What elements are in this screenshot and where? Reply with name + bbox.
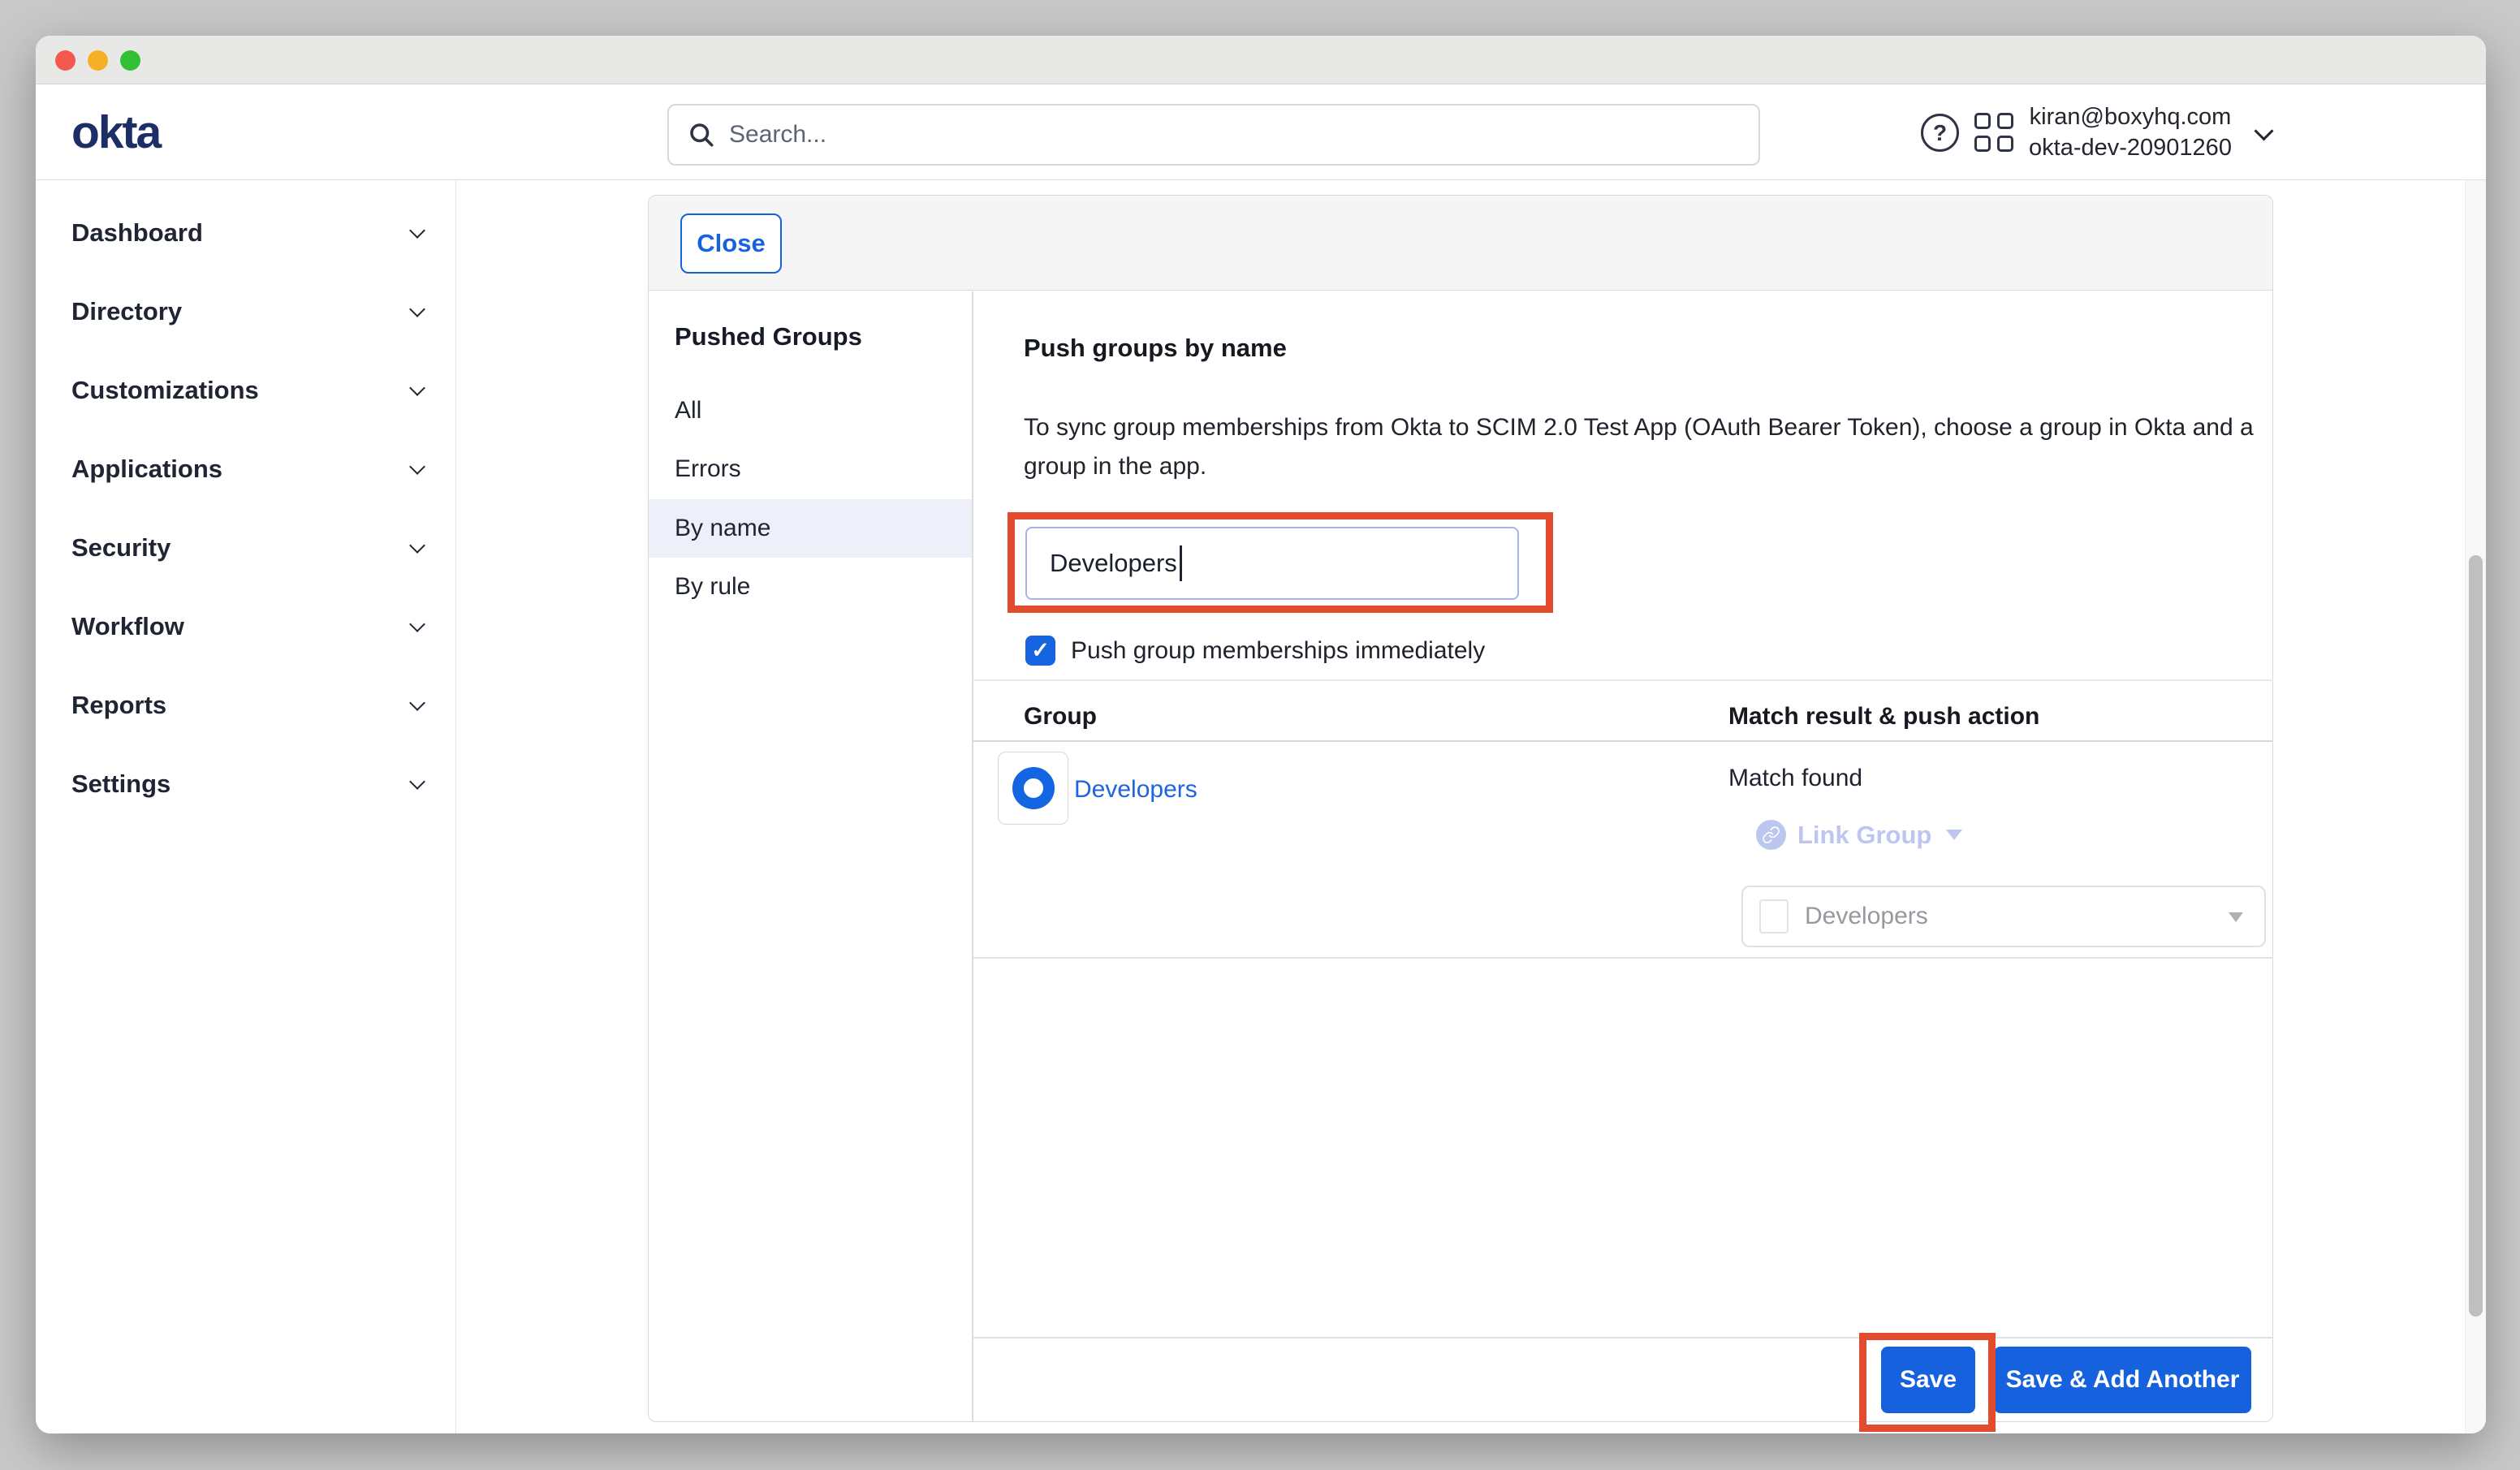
select-caret-icon [2229, 912, 2243, 922]
search-placeholder: Search... [729, 121, 826, 149]
okta-logo: okta [71, 84, 160, 180]
group-name-link[interactable]: Developers [1074, 774, 1197, 806]
app-header: okta Search... ? kiran@boxyhq.com okta-d… [36, 84, 2486, 180]
window-titlebar [36, 36, 2486, 84]
push-immediately-label: Push group memberships immediately [1071, 636, 1485, 666]
app-window: okta Search... ? kiran@boxyhq.com okta-d… [36, 36, 2486, 1433]
chevron-down-icon [409, 301, 425, 317]
nav-item-all[interactable]: All [649, 382, 972, 440]
footer-divider [973, 1337, 2273, 1339]
push-groups-panel: Close Pushed Groups All Errors By name B… [648, 195, 2273, 1422]
link-group-caret-icon [1946, 830, 1962, 840]
table-top-divider [973, 679, 2273, 681]
chevron-down-icon [409, 616, 425, 632]
app-group-value: Developers [1805, 887, 1928, 946]
apps-grid-icon[interactable] [1974, 113, 2013, 152]
chevron-down-icon [409, 459, 425, 475]
sidebar-item-dashboard[interactable]: Dashboard [36, 193, 455, 272]
chevron-down-icon [409, 222, 425, 239]
scrollbar-thumb[interactable] [2469, 555, 2483, 1317]
chevron-down-icon [409, 380, 425, 396]
okta-group-donut-icon [1012, 767, 1055, 809]
app-group-select[interactable]: Developers [1741, 886, 2266, 947]
account-menu[interactable]: kiran@boxyhq.com okta-dev-20901260 [2023, 101, 2237, 163]
close-window-button[interactable] [55, 50, 76, 71]
account-org: okta-dev-20901260 [2023, 132, 2237, 163]
help-icon[interactable]: ? [1921, 114, 1959, 152]
table-header-divider [973, 740, 2273, 742]
link-group-dropdown-button[interactable]: Link Group [1756, 820, 1962, 850]
column-header-group: Group [1024, 701, 1097, 733]
sidebar-item-reports[interactable]: Reports [36, 666, 455, 744]
app-group-placeholder-icon [1759, 899, 1789, 933]
search-input[interactable]: Search... [667, 104, 1760, 166]
chevron-down-icon [409, 695, 425, 711]
column-header-match: Match result & push action [1728, 701, 2039, 733]
sidebar-item-workflow[interactable]: Workflow [36, 587, 455, 666]
description-text: To sync group memberships from Okta to S… [1024, 408, 2266, 486]
nav-item-errors[interactable]: Errors [649, 440, 972, 498]
sidebar-item-settings[interactable]: Settings [36, 744, 455, 823]
sidebar-item-applications[interactable]: Applications [36, 429, 455, 508]
close-button[interactable]: Close [680, 213, 782, 274]
panel-nav-divider [972, 291, 973, 1421]
sidebar-item-security[interactable]: Security [36, 508, 455, 587]
sidebar: Dashboard Directory Customizations Appli… [36, 180, 456, 1433]
save-button[interactable]: Save [1881, 1347, 1975, 1413]
chevron-down-icon [409, 774, 425, 790]
text-caret [1180, 545, 1182, 581]
sidebar-item-directory[interactable]: Directory [36, 272, 455, 351]
link-icon [1756, 820, 1786, 850]
account-email: kiran@boxyhq.com [2023, 101, 2237, 132]
scrollbar-track[interactable] [2465, 180, 2486, 1433]
okta-group-icon [998, 752, 1068, 825]
chevron-down-icon [409, 537, 425, 554]
push-immediately-checkbox[interactable] [1025, 636, 1055, 666]
account-chevron-down-icon[interactable] [2254, 121, 2273, 140]
group-name-input[interactable]: Developers [1025, 527, 1519, 600]
pushed-groups-title: Pushed Groups [675, 322, 862, 351]
match-status: Match found [1728, 762, 1862, 795]
table-row-divider [973, 957, 2273, 959]
nav-item-by-rule[interactable]: By rule [649, 558, 972, 616]
search-icon [687, 120, 716, 149]
minimize-window-button[interactable] [88, 50, 108, 71]
nav-item-by-name[interactable]: By name [649, 499, 972, 558]
fullscreen-window-button[interactable] [120, 50, 140, 71]
save-add-another-button[interactable]: Save & Add Another [1994, 1347, 2251, 1413]
page-title: Push groups by name [1024, 334, 1287, 363]
panel-header: Close [649, 196, 2272, 291]
link-group-label: Link Group [1797, 821, 1931, 850]
sidebar-item-customizations[interactable]: Customizations [36, 351, 455, 429]
group-name-value: Developers [1050, 549, 1177, 578]
